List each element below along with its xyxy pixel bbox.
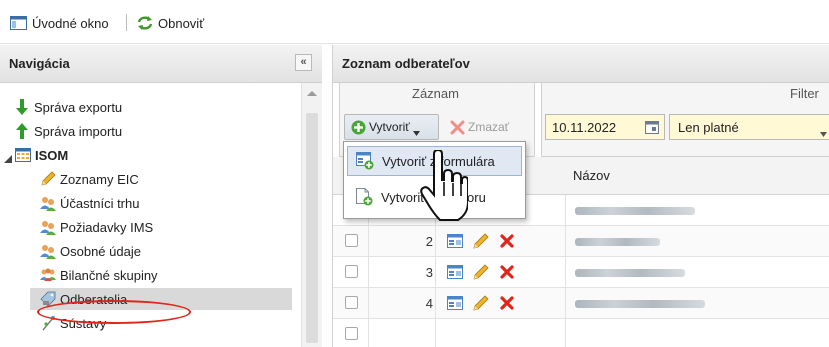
row-number: 3 bbox=[425, 265, 433, 280]
file-add-icon bbox=[355, 188, 373, 206]
nav-item-bilancne-skupiny[interactable]: Bilančné skupiny bbox=[40, 264, 158, 286]
blurred-name bbox=[575, 300, 705, 308]
nav-item-label: Účastníci trhu bbox=[60, 195, 140, 211]
users-icon bbox=[40, 219, 56, 235]
hand-cursor-icon bbox=[420, 148, 469, 224]
row-actions bbox=[447, 294, 515, 314]
delete-row-icon[interactable] bbox=[499, 295, 515, 314]
row-actions bbox=[447, 232, 515, 252]
main-header: Zoznam odberateľov bbox=[333, 45, 829, 83]
nav-item-sprava-importu[interactable]: Správa importu bbox=[14, 120, 122, 142]
table-row[interactable]: 4 bbox=[333, 288, 829, 319]
validity-select[interactable]: Len platné bbox=[669, 114, 829, 140]
filter-group-label: Filter bbox=[790, 86, 819, 101]
edit-pencil-icon[interactable] bbox=[472, 232, 490, 253]
create-button[interactable]: Vytvoriť bbox=[344, 114, 439, 140]
refresh-icon bbox=[136, 15, 154, 31]
date-value: 10.11.2022 bbox=[552, 119, 617, 135]
table-row[interactable] bbox=[333, 319, 829, 347]
arrow-down-icon bbox=[14, 99, 30, 115]
row-checkbox[interactable] bbox=[345, 265, 358, 278]
detail-icon[interactable] bbox=[447, 264, 463, 282]
navigation-scrollbar[interactable] bbox=[301, 83, 322, 347]
nav-item-ucastnici-trhu[interactable]: Účastníci trhu bbox=[40, 192, 139, 214]
blurred-name bbox=[575, 238, 660, 246]
nav-item-poziadavky-ims[interactable]: Požiadavky IMS bbox=[40, 216, 153, 238]
detail-icon[interactable] bbox=[447, 295, 463, 313]
nav-item-sprava-exportu[interactable]: Správa exportu bbox=[14, 96, 122, 118]
add-icon bbox=[351, 120, 366, 135]
edit-pencil-icon[interactable] bbox=[472, 294, 490, 315]
row-number: 4 bbox=[425, 296, 433, 311]
delete-label: Zmazať bbox=[468, 120, 510, 134]
chevron-down-icon bbox=[412, 125, 420, 136]
blurred-name bbox=[575, 269, 685, 277]
refresh-label: Obnoviť bbox=[158, 15, 205, 31]
chevron-down-icon bbox=[820, 125, 827, 137]
collapse-panel-button[interactable]: « bbox=[295, 54, 312, 71]
scroll-thumb[interactable] bbox=[306, 113, 318, 343]
column-header-name[interactable]: Názov bbox=[573, 168, 610, 183]
create-label: Vytvoriť bbox=[369, 120, 410, 134]
row-checkbox[interactable] bbox=[345, 327, 358, 340]
form-add-icon bbox=[356, 152, 374, 170]
users-icon bbox=[40, 195, 56, 211]
pencil-icon bbox=[40, 171, 56, 187]
expanded-triangle-icon bbox=[4, 151, 12, 163]
table-row[interactable]: 2 bbox=[333, 226, 829, 257]
detail-icon[interactable] bbox=[447, 233, 463, 251]
table-row[interactable]: 3 bbox=[333, 257, 829, 288]
arrow-up-icon bbox=[14, 123, 30, 139]
nav-item-label: Bilančné skupiny bbox=[60, 267, 158, 283]
nav-item-label: Požiadavky IMS bbox=[60, 219, 154, 235]
page-title: Zoznam odberateľov bbox=[342, 56, 470, 71]
blurred-name bbox=[575, 207, 695, 215]
delete-icon bbox=[450, 120, 465, 135]
nav-item-zoznamy-eic[interactable]: Zoznamy EIC bbox=[40, 168, 139, 190]
highlight-ellipse bbox=[37, 300, 191, 324]
row-checkbox[interactable] bbox=[345, 296, 358, 309]
top-toolbar: Úvodné okno Obnoviť bbox=[0, 0, 829, 44]
window-icon bbox=[10, 16, 27, 30]
record-group-label: Záznam bbox=[412, 86, 459, 101]
edit-pencil-icon[interactable] bbox=[472, 263, 490, 284]
date-input[interactable]: 10.11.2022 bbox=[545, 114, 665, 140]
delete-button[interactable]: Zmazať bbox=[443, 114, 529, 140]
row-number: 2 bbox=[425, 234, 433, 249]
nav-item-osobne-udaje[interactable]: Osobné údaje bbox=[40, 240, 141, 262]
nav-item-label: Správa exportu bbox=[34, 99, 123, 115]
toolbar-separator bbox=[126, 14, 127, 31]
nav-item-isom[interactable]: ISOM bbox=[4, 144, 68, 166]
nav-item-label: Zoznamy EIC bbox=[60, 171, 139, 187]
nav-item-label: Správa importu bbox=[34, 123, 123, 139]
delete-row-icon[interactable] bbox=[499, 264, 515, 283]
grid-icon bbox=[15, 147, 31, 163]
refresh-button[interactable]: Obnoviť bbox=[136, 13, 204, 33]
row-actions bbox=[447, 263, 515, 283]
navigation-header: Navigácia « bbox=[0, 45, 322, 83]
calendar-icon[interactable] bbox=[645, 120, 659, 134]
users-icon bbox=[40, 243, 56, 259]
home-button[interactable]: Úvodné okno bbox=[10, 13, 109, 33]
validity-value: Len platné bbox=[678, 119, 739, 135]
nav-item-label: Osobné údaje bbox=[60, 243, 141, 259]
group-icon bbox=[40, 267, 56, 283]
row-checkbox[interactable] bbox=[345, 234, 358, 247]
scroll-up-icon[interactable] bbox=[307, 91, 317, 96]
home-label: Úvodné okno bbox=[32, 15, 109, 31]
navigation-title: Navigácia bbox=[9, 56, 70, 71]
delete-row-icon[interactable] bbox=[499, 233, 515, 252]
nav-item-label: ISOM bbox=[35, 147, 69, 163]
